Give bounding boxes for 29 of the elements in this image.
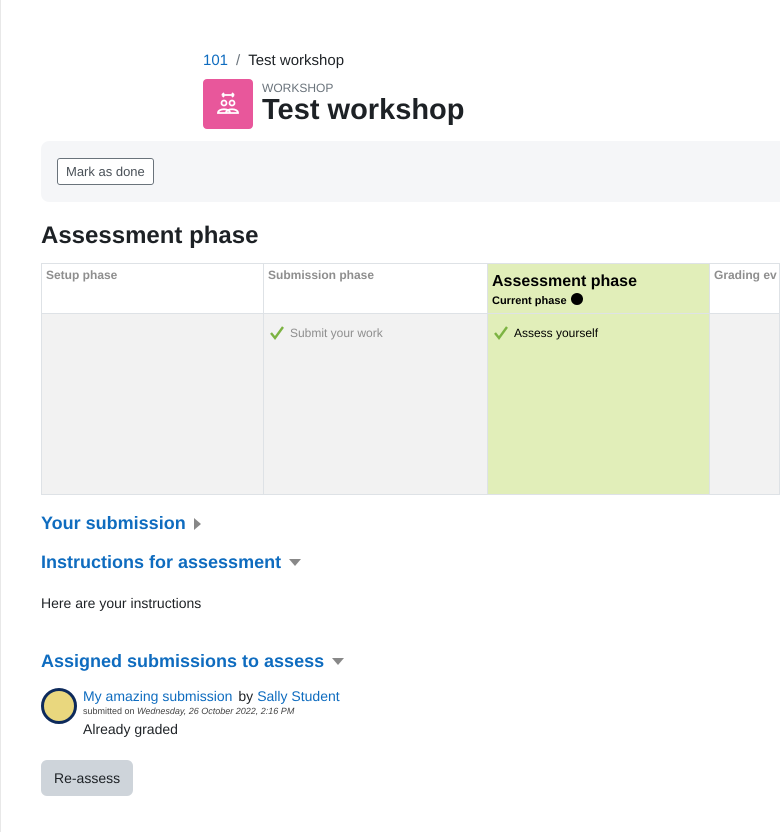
submitted-date: submitted on Wednesday, 26 October 2022, 2:16 PM <box>83 706 296 716</box>
page-title: Test workshop <box>262 95 464 127</box>
section-heading[interactable]: Assigned submissions to assess <box>41 651 324 672</box>
phase-header: Submission phase <box>264 264 488 314</box>
activity-type-label: WORKSHOP <box>262 81 334 96</box>
submission-link[interactable]: My amazing submission <box>83 688 232 704</box>
author-link[interactable]: Sally Student <box>257 688 340 704</box>
breadcrumb-separator: / <box>236 52 240 69</box>
checkmark-icon <box>270 326 284 340</box>
caret-down-icon[interactable] <box>332 658 344 665</box>
re-assess-button[interactable]: Re-assess <box>41 760 134 796</box>
by-label: by <box>238 688 254 704</box>
avatar-icon <box>41 688 77 724</box>
task-label: Submit your work <box>290 326 383 340</box>
section-heading[interactable]: Your submission <box>41 513 186 534</box>
instructions-text: Here are your instructions <box>41 595 202 611</box>
section-heading[interactable]: Instructions for assessment <box>41 552 282 573</box>
phase-header: Assessment phase Current phase <box>488 264 710 314</box>
phase-heading: Assessment phase <box>41 222 260 250</box>
caret-right-icon[interactable] <box>194 518 201 530</box>
mark-as-done-button[interactable]: Mark as done <box>57 158 154 185</box>
workshop-icon <box>203 79 253 129</box>
breadcrumb-current: Test workshop <box>248 52 344 69</box>
caret-down-icon[interactable] <box>289 559 302 566</box>
grading-status: Already graded <box>83 721 179 737</box>
task-label: Assess yourself <box>514 326 598 340</box>
breadcrumb-link[interactable]: 101 <box>203 52 228 69</box>
phase-header: Setup phase <box>42 264 264 314</box>
checkmark-icon <box>494 326 508 340</box>
